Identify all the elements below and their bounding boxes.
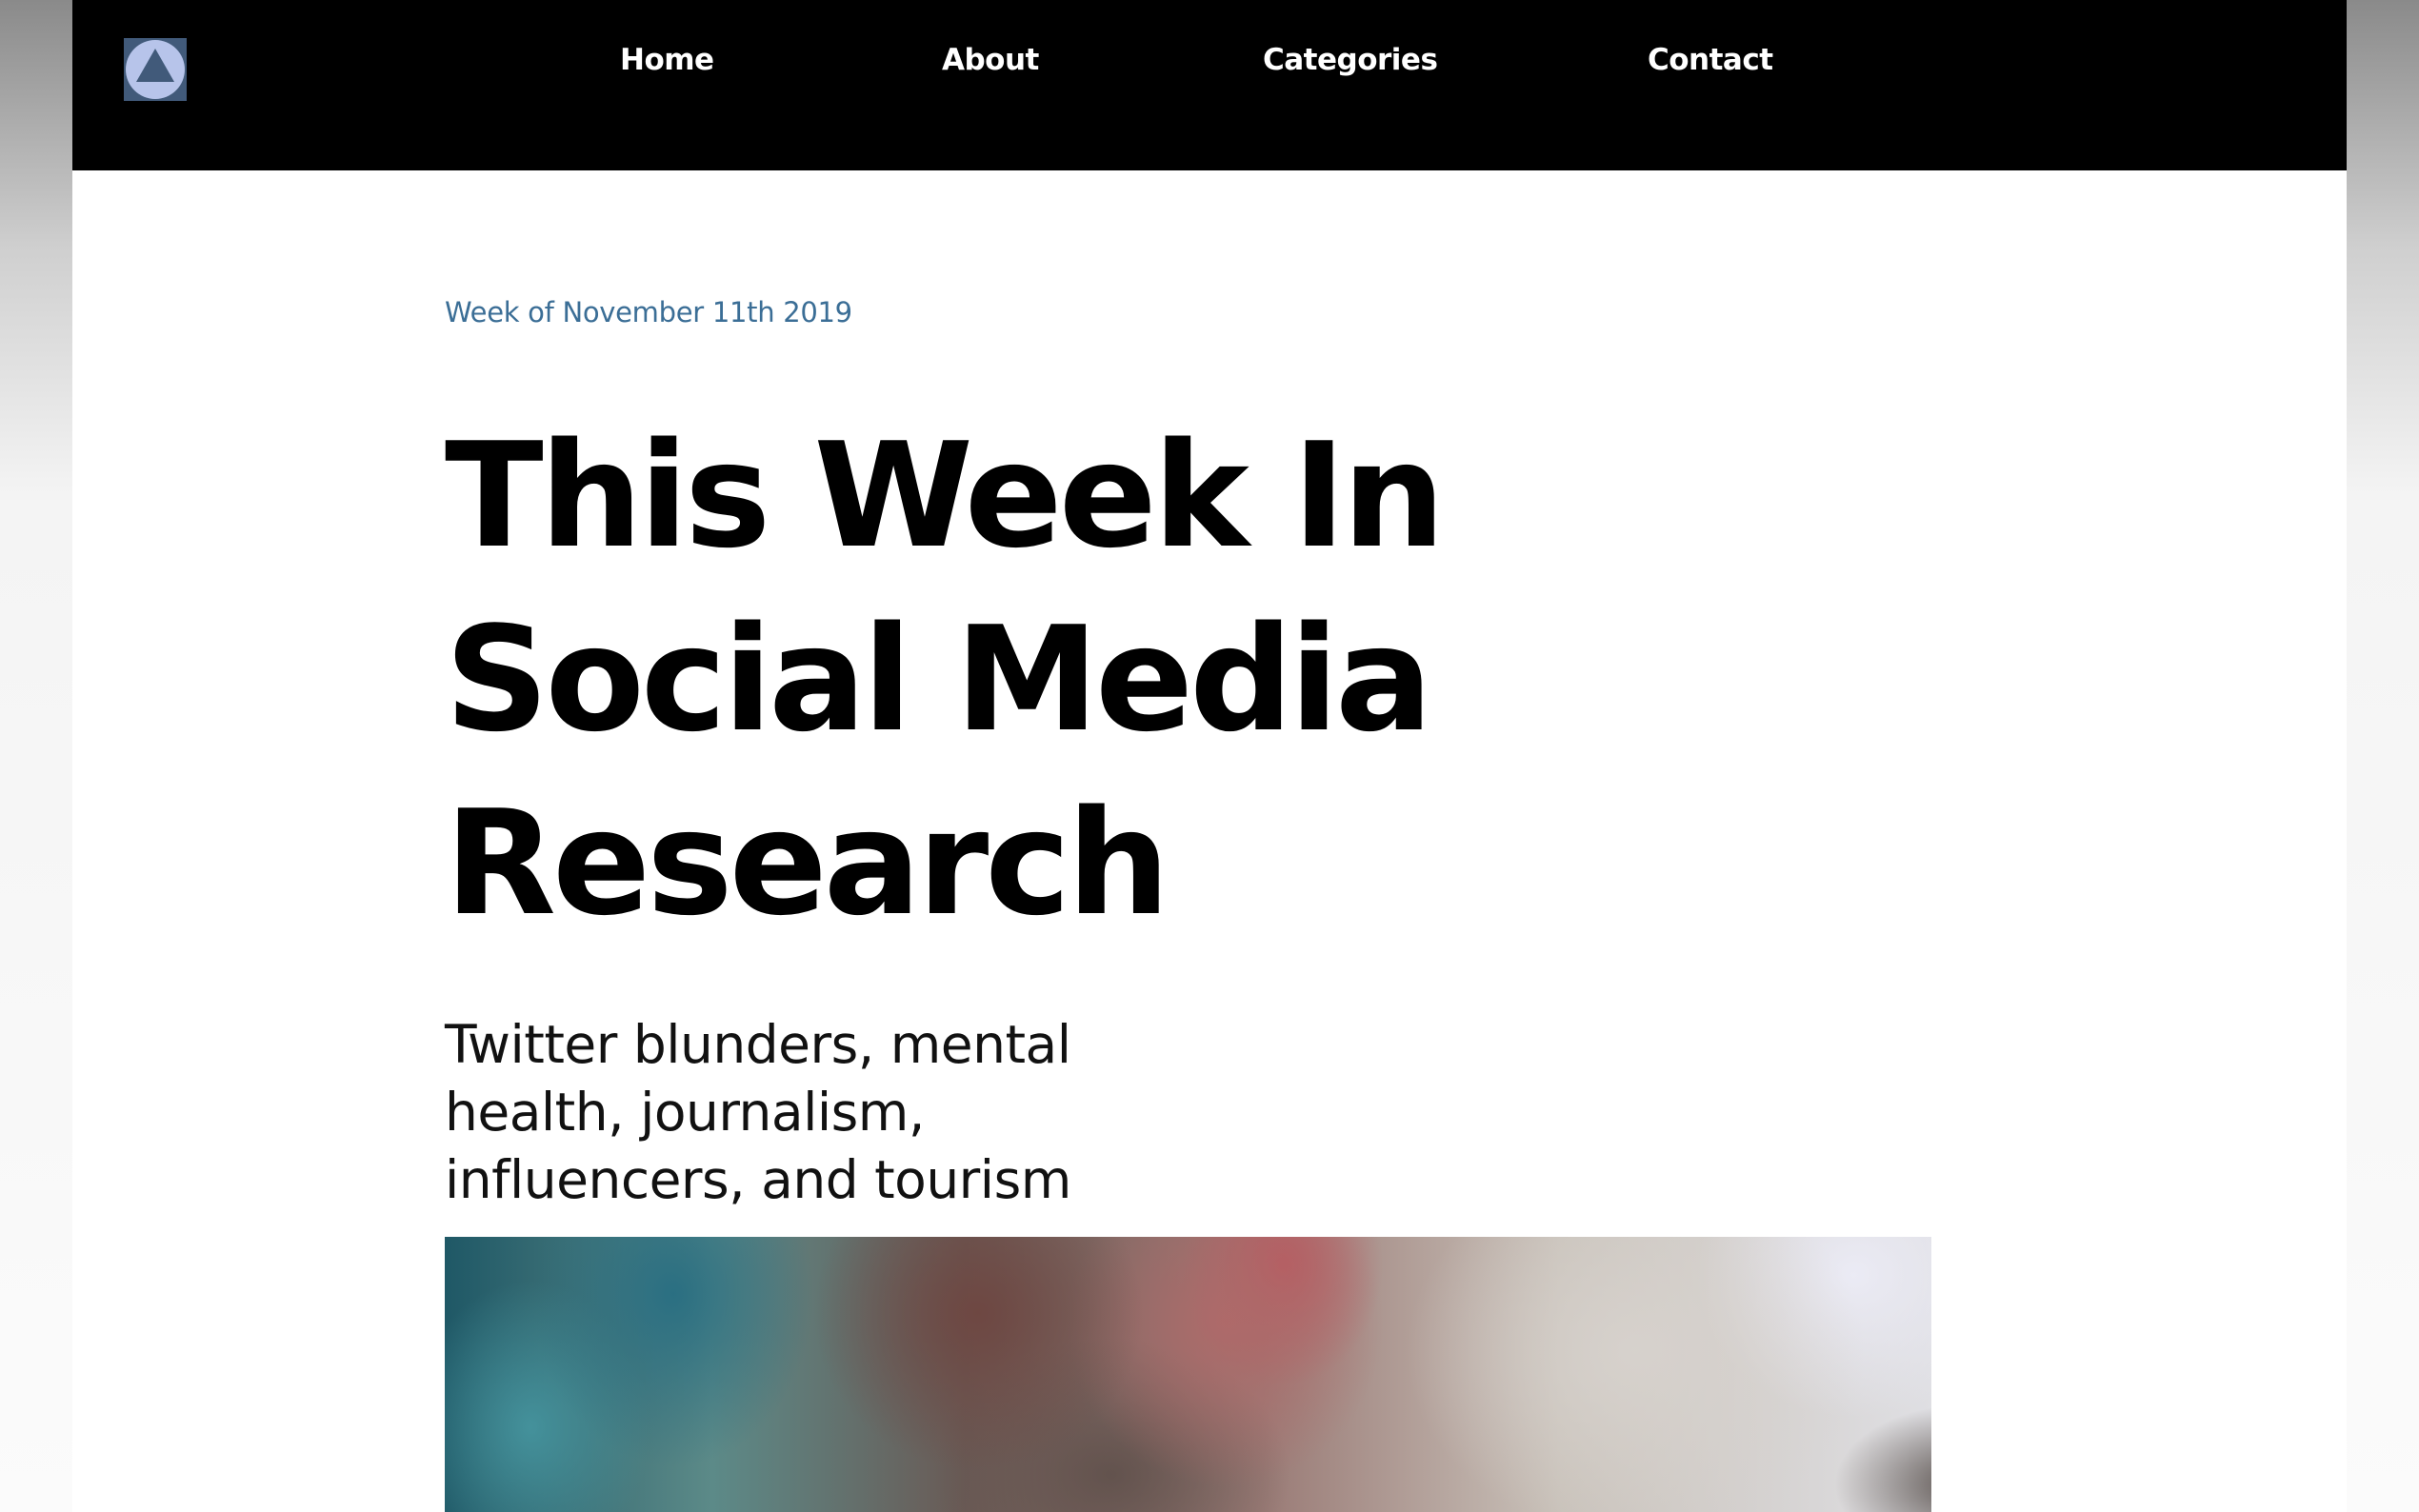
- nav-link-contact[interactable]: Contact: [1648, 38, 1773, 82]
- page: Home About Categories Contact Week of No…: [72, 0, 2347, 1512]
- article-date: Week of November 11th 2019: [445, 296, 852, 328]
- article-subtitle-line: Twitter blunders, mental: [445, 1014, 1071, 1075]
- article-hero-image: [445, 1237, 1931, 1512]
- top-navigation-bar: Home About Categories Contact: [72, 0, 2347, 170]
- article-title-line: Research: [445, 779, 1170, 947]
- nav-link-categories[interactable]: Categories: [1263, 38, 1438, 82]
- article-header: Week of November 11th 2019 This Week In …: [445, 286, 1930, 1214]
- article-subtitle-line: health, journalism,: [445, 1082, 925, 1143]
- nav-link-home[interactable]: Home: [620, 38, 714, 82]
- article-title: This Week In Social Media Research: [445, 404, 1492, 955]
- article-subtitle: Twitter blunders, mental health, journal…: [445, 1011, 1169, 1214]
- nav-link-about[interactable]: About: [942, 38, 1039, 82]
- article-subtitle-line: influencers, and tourism: [445, 1149, 1071, 1210]
- site-logo-icon[interactable]: [124, 38, 187, 101]
- article-title-line: Social Media: [445, 595, 1433, 764]
- article-title-line: This Week In: [445, 411, 1446, 580]
